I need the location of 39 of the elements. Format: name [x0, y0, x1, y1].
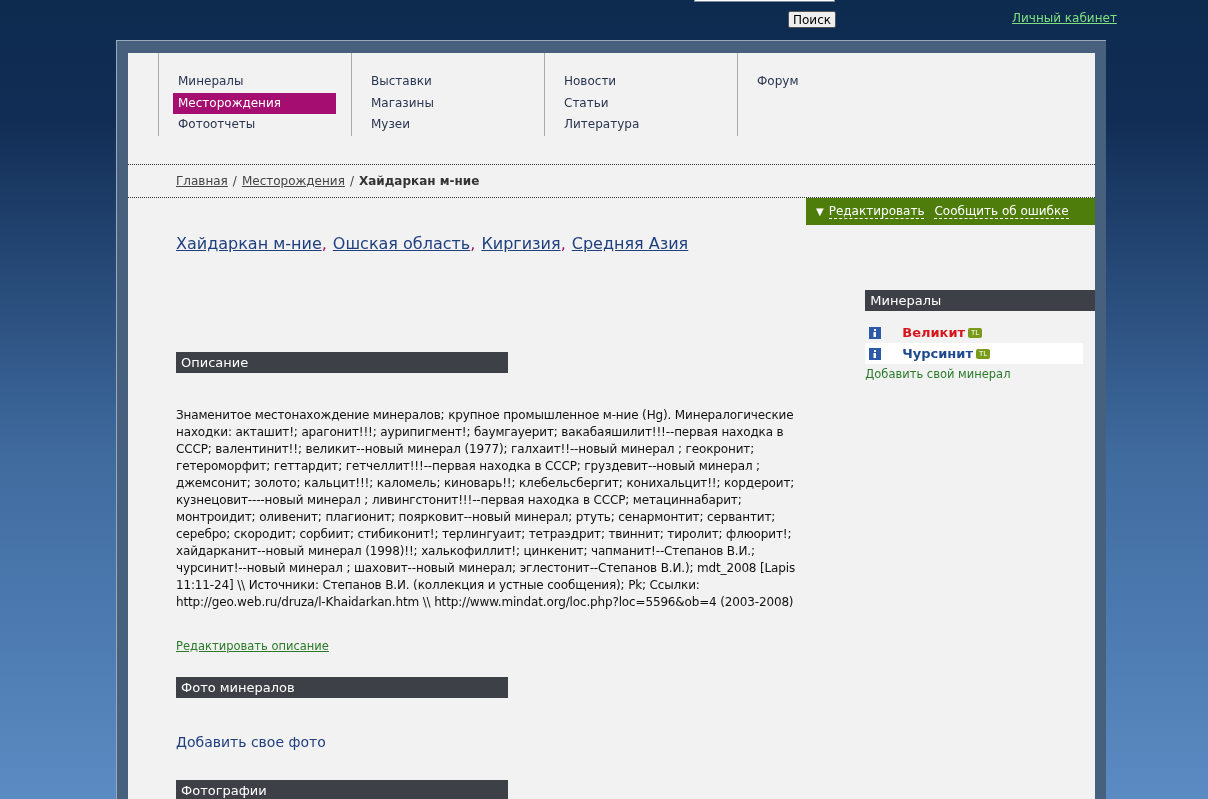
- breadcrumb-current: Хайдаркан м-ние: [358, 174, 480, 188]
- add-mineral-link[interactable]: Добавить свой минерал: [865, 367, 1011, 381]
- nav-link[interactable]: Магазины: [366, 92, 529, 115]
- section-header: Фото минералов: [176, 677, 508, 698]
- nav-link[interactable]: Статьи: [559, 92, 722, 115]
- add-photo-link[interactable]: Добавить свое фото: [176, 734, 326, 750]
- search-button[interactable]: Поиск: [788, 11, 836, 28]
- breadcrumb-separator: /: [232, 174, 237, 188]
- account-link[interactable]: Личный кабинет: [1012, 11, 1117, 25]
- info-icon[interactable]: [869, 347, 882, 360]
- sidebar-header: Минералы: [865, 290, 1095, 311]
- nav-link[interactable]: Форум: [752, 71, 915, 94]
- location-link[interactable]: Киргизия: [481, 234, 561, 253]
- comma-separator: ,: [321, 234, 327, 253]
- nav-link[interactable]: Музеи: [366, 114, 529, 136]
- edit-description-link[interactable]: Редактировать описание: [176, 639, 329, 653]
- location-link[interactable]: Хайдаркан м-ние: [176, 234, 322, 253]
- info-icon[interactable]: [869, 326, 882, 339]
- location-link[interactable]: Средняя Азия: [571, 234, 689, 253]
- action-link[interactable]: Сообщить об ошибке: [934, 204, 1069, 219]
- nav-link[interactable]: Минералы: [173, 71, 336, 93]
- action-link[interactable]: Редактировать: [828, 204, 925, 219]
- comma-separator: ,: [470, 234, 476, 253]
- breadcrumb-link[interactable]: Месторождения: [241, 174, 345, 188]
- collapse-icon[interactable]: ▼: [816, 206, 824, 217]
- section-header: Фотографии: [176, 780, 508, 799]
- description-text: Знаменитое местонахождение минералов; крупное промышленное м-ние (Hg). Минералогические находки: акташит!; арагонит!!!; аурипигмент!; баумгауерит; вакабаяшилит!!!--первая находка в СССР; валентинит!!; великит--новый минерал (1977); галхаит!!--новый минерал ; геокронит; гетероморфит; геттардит; гетчеллит!!!--первая находка в СССР; груздевит--новый минерал ; джемсонит; золото; кальцит!!!; каломель; киноварь!!; клебельсбергит; конихальцит!!; кордероит; кузнецовит----новый минерал ; ливингстонит!!!--первая находка в СССР; метациннабарит; монтроидит; оливенит; плагионит; поярковит--новый минерал; ртуть; сенармонтит; сервантит; серебро; скородит; сорбиит; стибиконит!; терлингуаит; тетраэдрит; твиннит; тиролит; флюорит!; хайдарканит--новый минерал (1998)!!; халькофиллит!; цинкенит; чапманит!--Степанов В.И.; чурсинит!--новый минерал ; шаховит--новый минерал; эглестонит--Степанов В.И.); mdt_2008 [Lapis 11:11-24] \\ Источники: Степанов В.И. (коллекция и устные сообщения); Pk; Ссылки: http://geo.web.ru/druza/l-Khaidarkan.htm \\ http://www.mindat.org/loc.php?loc=5596&ob=4 (2003-2008): [176, 407, 797, 611]
- nav-link[interactable]: Выставки: [366, 71, 529, 93]
- breadcrumb-link[interactable]: Главная: [176, 174, 228, 188]
- nav-link[interactable]: Новости: [559, 71, 722, 93]
- nav-link[interactable]: Месторождения: [173, 92, 336, 115]
- mineral-link[interactable]: Великит: [902, 325, 966, 340]
- nav-link[interactable]: Фотоотчеты: [173, 114, 336, 136]
- nav-link[interactable]: Литература: [559, 114, 722, 136]
- location-link[interactable]: Ошская область: [332, 234, 471, 253]
- section-header: Описание: [176, 352, 508, 373]
- mineral-link[interactable]: Чурсинит: [902, 346, 973, 361]
- breadcrumb-separator: /: [349, 174, 354, 188]
- comma-separator: ,: [560, 234, 566, 253]
